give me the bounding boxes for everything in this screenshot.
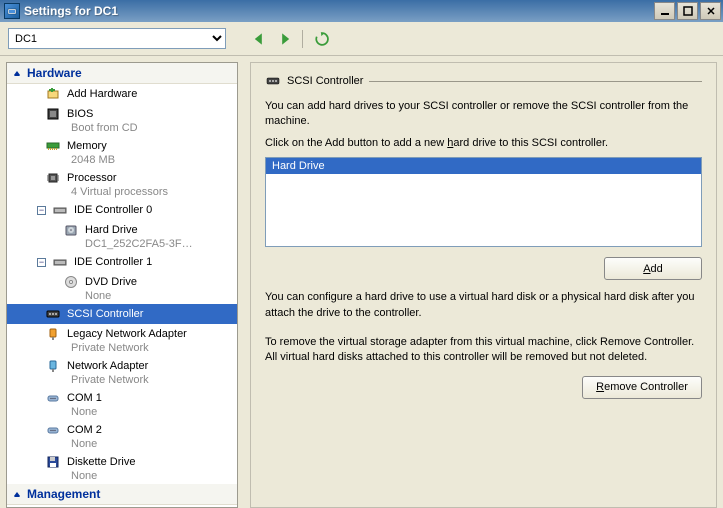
refresh-icon[interactable]: [313, 30, 331, 48]
ide-icon: [52, 202, 68, 218]
tree-item-ide-controller-1[interactable]: − IDE Controller 1: [7, 252, 237, 272]
tree-item-label: Hard Drive: [85, 224, 138, 236]
memory-icon: [45, 138, 61, 154]
tree-item-label: Diskette Drive: [67, 456, 135, 468]
tree-item-sublabel: None: [27, 470, 197, 482]
tree-item-label: Processor: [67, 172, 117, 184]
tree-item-diskette-drive[interactable]: Diskette Drive None: [7, 452, 237, 484]
ide-icon: [52, 254, 68, 270]
nav-prev-icon[interactable]: [250, 30, 268, 48]
tree-item-label: Legacy Network Adapter: [67, 328, 187, 340]
net-icon: [45, 358, 61, 374]
tree-item-sublabel: None: [27, 438, 197, 450]
add-hardware-icon: [45, 86, 61, 102]
drive-list[interactable]: Hard Drive: [265, 157, 702, 247]
tree-item-legacy-network-adapter[interactable]: Legacy Network Adapter Private Network: [7, 324, 237, 356]
tree-item-com-2[interactable]: COM 2 None: [7, 420, 237, 452]
tree-item-scsi-controller[interactable]: SCSI Controller: [7, 304, 237, 324]
tree-item-sublabel: Private Network: [27, 374, 197, 386]
app-icon: [4, 3, 20, 19]
tree-item-label: Add Hardware: [67, 88, 137, 100]
group-title: SCSI Controller: [265, 73, 702, 89]
tree-item-dvd-drive[interactable]: DVD Drive None: [7, 272, 237, 304]
tree-item-sublabel: DC1_252C2FA5-3FDA-493...: [27, 238, 197, 250]
hdd-icon: [63, 222, 79, 238]
tree-item-sublabel: 2048 MB: [27, 154, 197, 166]
tree-item-sublabel: None: [27, 290, 197, 302]
remove-controller-button[interactable]: Remove Controller: [582, 376, 702, 399]
tree-item-label: SCSI Controller: [67, 308, 143, 320]
management-header-label: Management: [27, 487, 100, 501]
configure-text: You can configure a hard drive to use a …: [265, 290, 702, 321]
tree-item-hard-drive[interactable]: Hard Drive DC1_252C2FA5-3FDA-493...: [7, 220, 237, 252]
drive-list-item[interactable]: Hard Drive: [266, 158, 701, 174]
tree-item-label: Network Adapter: [67, 360, 148, 372]
window-title: Settings for DC1: [24, 4, 118, 18]
scsi-icon: [45, 306, 61, 322]
add-instruction-text: Click on the Add button to add a new har…: [265, 136, 702, 151]
hardware-tree[interactable]: Hardware Add Hardware BIOS Boot from CD Mem…: [6, 62, 238, 508]
hardware-header-label: Hardware: [27, 66, 82, 80]
tree-item-sublabel: None: [27, 406, 197, 418]
tree-item-label: DVD Drive: [85, 276, 137, 288]
add-button[interactable]: Add: [604, 257, 702, 280]
tree-item-processor[interactable]: Processor 4 Virtual processors: [7, 168, 237, 200]
content-area: Hardware Add Hardware BIOS Boot from CD Mem…: [0, 56, 723, 508]
tree-item-add-hardware[interactable]: Add Hardware: [7, 84, 237, 104]
tree-item-memory[interactable]: Memory 2048 MB: [7, 136, 237, 168]
maximize-button[interactable]: [677, 2, 698, 20]
expander-icon[interactable]: −: [37, 206, 46, 215]
intro-text: You can add hard drives to your SCSI con…: [265, 99, 702, 130]
remove-text: To remove the virtual storage adapter fr…: [265, 335, 702, 366]
scsi-icon: [265, 73, 281, 89]
toolbar: DC1: [0, 22, 723, 56]
close-button[interactable]: [700, 2, 721, 20]
tree-item-bios[interactable]: BIOS Boot from CD: [7, 104, 237, 136]
management-header[interactable]: Management: [7, 484, 237, 505]
tree-item-label: IDE Controller 0: [74, 204, 152, 216]
tree-item-sublabel: 4 Virtual processors: [27, 186, 197, 198]
titlebar: Settings for DC1: [0, 0, 723, 22]
hardware-header[interactable]: Hardware: [7, 63, 237, 84]
cpu-icon: [45, 170, 61, 186]
tree-item-ide-controller-0[interactable]: − IDE Controller 0: [7, 200, 237, 220]
vm-selector[interactable]: DC1: [8, 28, 226, 49]
tree-item-label: BIOS: [67, 108, 93, 120]
tree-item-label: IDE Controller 1: [74, 256, 152, 268]
chevron-up-icon: [11, 67, 23, 79]
com-icon: [45, 422, 61, 438]
bios-icon: [45, 106, 61, 122]
tree-item-com-1[interactable]: COM 1 None: [7, 388, 237, 420]
group-title-label: SCSI Controller: [287, 75, 363, 87]
chevron-up-icon: [11, 488, 23, 500]
tree-item-network-adapter[interactable]: Network Adapter Private Network: [7, 356, 237, 388]
tree-item-label: COM 2: [67, 424, 102, 436]
tree-item-sublabel: Private Network: [27, 342, 197, 354]
com-icon: [45, 390, 61, 406]
tree-item-sublabel: Boot from CD: [27, 122, 197, 134]
details-pane: SCSI Controller You can add hard drives …: [250, 62, 717, 508]
legacy-net-icon: [45, 326, 61, 342]
tree-item-label: Memory: [67, 140, 107, 152]
nav-next-icon[interactable]: [276, 30, 294, 48]
tree-item-label: COM 1: [67, 392, 102, 404]
dvd-icon: [63, 274, 79, 290]
expander-icon[interactable]: −: [37, 258, 46, 267]
minimize-button[interactable]: [654, 2, 675, 20]
floppy-icon: [45, 454, 61, 470]
